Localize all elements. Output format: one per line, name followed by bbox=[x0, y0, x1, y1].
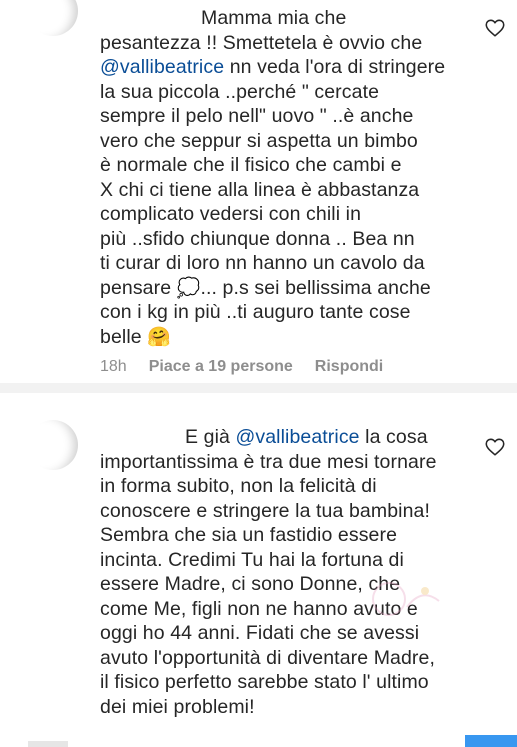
thought-bubble-emoji: 💭 bbox=[176, 276, 201, 299]
username-redacted[interactable] bbox=[100, 426, 185, 448]
comment-meta: 18h Piace a 19 persone Rispondi bbox=[100, 358, 383, 376]
comment-text-end: la cosa importantissima è tra due mesi t… bbox=[100, 426, 437, 718]
reply-button[interactable]: Rispondi bbox=[315, 358, 383, 376]
mention-link[interactable]: @vallibeatrice bbox=[100, 56, 224, 78]
heart-outline-icon[interactable] bbox=[484, 436, 506, 458]
comment-time: 18h bbox=[100, 358, 127, 375]
footer-fragment bbox=[28, 741, 68, 747]
comment-divider bbox=[0, 383, 517, 393]
heart-outline-icon[interactable] bbox=[484, 17, 506, 39]
mention-link[interactable]: @vallibeatrice bbox=[235, 426, 359, 448]
footer-button-fragment[interactable] bbox=[465, 735, 517, 747]
avatar[interactable] bbox=[28, 0, 78, 36]
avatar[interactable] bbox=[28, 420, 78, 470]
comment-text: E già @vallibeatrice la cosa importantis… bbox=[100, 425, 470, 719]
comment-text: Mamma mia che pesantezza !! Smettetela è… bbox=[100, 6, 470, 349]
likes-count-link[interactable]: Piace a 19 persone bbox=[149, 358, 293, 376]
comment-text-middle: nn veda l'ora di stringere la sua piccol… bbox=[100, 56, 446, 299]
hugging-face-emoji: 🤗 bbox=[147, 325, 171, 348]
comment-text-start: E già bbox=[185, 426, 236, 448]
username-redacted[interactable] bbox=[100, 7, 201, 29]
